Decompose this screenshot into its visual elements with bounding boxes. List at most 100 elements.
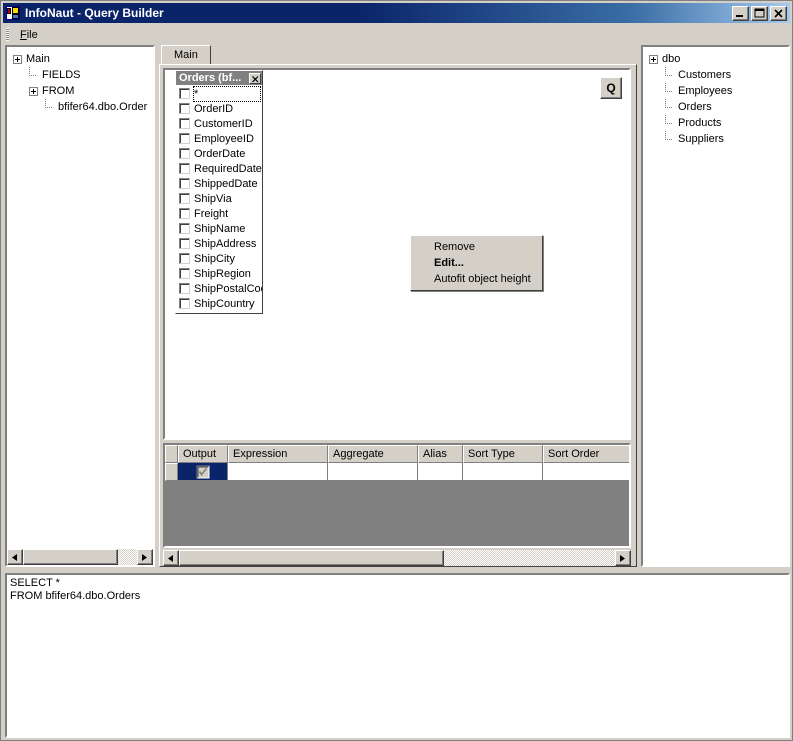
- grid-header-expression[interactable]: Expression: [228, 445, 328, 463]
- field-checkbox[interactable]: [179, 208, 190, 219]
- field-checkbox[interactable]: [179, 253, 190, 264]
- tree-connector-icon: [45, 103, 54, 112]
- grid-cell-sort-type[interactable]: [463, 463, 543, 481]
- tree-node-products[interactable]: Products: [643, 115, 788, 131]
- field-checkbox[interactable]: [179, 148, 190, 159]
- tree-node-label: Products: [678, 117, 721, 129]
- field-label: RequiredDate: [194, 163, 262, 175]
- field-checkbox[interactable]: [179, 223, 190, 234]
- field-checkbox[interactable]: [179, 238, 190, 249]
- tab-main[interactable]: Main: [161, 45, 211, 65]
- table-object-titlebar[interactable]: Orders (bf...: [176, 71, 262, 85]
- tree-node-fields[interactable]: FIELDS: [7, 67, 153, 83]
- expander-minus-icon[interactable]: [649, 55, 658, 64]
- field-checkbox[interactable]: [179, 118, 190, 129]
- scroll-left-button[interactable]: [7, 549, 23, 565]
- database-objects-panel[interactable]: dbo Customers Employees Orders Products …: [641, 45, 790, 567]
- tab-label: Main: [174, 49, 198, 61]
- grid-cell-output[interactable]: [178, 463, 228, 481]
- field-checkbox[interactable]: [179, 88, 190, 99]
- field-row[interactable]: *: [176, 86, 262, 101]
- menu-gripper[interactable]: [6, 28, 9, 41]
- field-checkbox[interactable]: [179, 163, 190, 174]
- expander-minus-icon[interactable]: [13, 55, 22, 64]
- output-checkbox[interactable]: [196, 465, 209, 478]
- field-row[interactable]: RequiredDate: [176, 161, 262, 176]
- field-row[interactable]: ShipVia: [176, 191, 262, 206]
- tree-connector-icon: [665, 119, 674, 128]
- grid-header-sort-type[interactable]: Sort Type: [463, 445, 543, 463]
- query-structure-tree[interactable]: Main FIELDS FROM bfifer64.dbo.Order: [7, 47, 153, 548]
- table-row[interactable]: [165, 463, 629, 481]
- tree-node-from[interactable]: FROM: [7, 83, 153, 99]
- left-panel-hscrollbar[interactable]: [7, 549, 153, 565]
- context-menu[interactable]: Remove Edit... Autofit object height: [410, 235, 543, 291]
- field-row[interactable]: ShipAddress: [176, 236, 262, 251]
- field-row[interactable]: ShipRegion: [176, 266, 262, 281]
- grid-header-aggregate[interactable]: Aggregate: [328, 445, 418, 463]
- scroll-left-button[interactable]: [163, 550, 179, 566]
- grid-corner-header[interactable]: [165, 445, 178, 463]
- query-properties-button[interactable]: Q: [600, 77, 622, 99]
- column-grid[interactable]: Output Expression Aggregate Alias Sort T…: [163, 443, 631, 548]
- sql-preview-pane[interactable]: SELECT * FROM bfifer64.dbo.Orders: [5, 573, 790, 738]
- tree-node-main[interactable]: Main: [7, 51, 153, 67]
- field-label: EmployeeID: [194, 133, 254, 145]
- field-row[interactable]: ShipCity: [176, 251, 262, 266]
- application-window: InfoNaut - Query Builder File Main: [0, 0, 793, 741]
- field-checkbox[interactable]: [179, 298, 190, 309]
- grid-cell-alias[interactable]: [418, 463, 463, 481]
- field-row[interactable]: ShippedDate: [176, 176, 262, 191]
- grid-header-alias[interactable]: Alias: [418, 445, 463, 463]
- grid-cell-expression[interactable]: [228, 463, 328, 481]
- field-checkbox[interactable]: [179, 268, 190, 279]
- tree-node-suppliers[interactable]: Suppliers: [643, 131, 788, 147]
- field-checkbox[interactable]: [179, 178, 190, 189]
- tree-connector-icon: [665, 87, 674, 96]
- context-menu-item-remove[interactable]: Remove: [411, 239, 542, 255]
- scroll-track[interactable]: [23, 549, 137, 565]
- grid-cell-sort-order[interactable]: [543, 463, 631, 481]
- field-checkbox[interactable]: [179, 283, 190, 294]
- menu-item-file[interactable]: File: [14, 27, 44, 43]
- close-button[interactable]: [770, 6, 787, 21]
- expander-minus-icon[interactable]: [29, 87, 38, 96]
- table-field-list[interactable]: * OrderID CustomerID EmployeeID: [176, 85, 262, 313]
- field-row[interactable]: OrderDate: [176, 146, 262, 161]
- context-menu-item-autofit[interactable]: Autofit object height: [411, 271, 542, 287]
- table-object-title: Orders (bf...: [179, 72, 249, 84]
- field-checkbox[interactable]: [179, 193, 190, 204]
- table-object-orders[interactable]: Orders (bf... * OrderID: [175, 70, 263, 314]
- scroll-thumb[interactable]: [23, 549, 118, 565]
- field-row[interactable]: CustomerID: [176, 116, 262, 131]
- field-checkbox[interactable]: [179, 103, 190, 114]
- tree-node-orders[interactable]: Orders: [643, 99, 788, 115]
- tree-node-dbo[interactable]: dbo: [643, 51, 788, 67]
- grid-header-output[interactable]: Output: [178, 445, 228, 463]
- tree-node-table[interactable]: bfifer64.dbo.Order: [7, 99, 153, 115]
- field-row[interactable]: OrderID: [176, 101, 262, 116]
- minimize-button[interactable]: [732, 6, 749, 21]
- field-row[interactable]: ShipCountry: [176, 296, 262, 311]
- context-menu-item-edit[interactable]: Edit...: [411, 255, 542, 271]
- maximize-button[interactable]: [751, 6, 768, 21]
- query-properties-label: Q: [606, 81, 615, 95]
- scroll-track[interactable]: [179, 550, 615, 566]
- tree-node-customers[interactable]: Customers: [643, 67, 788, 83]
- field-row[interactable]: ShipName: [176, 221, 262, 236]
- scroll-right-button[interactable]: [615, 550, 631, 566]
- scroll-right-button[interactable]: [137, 549, 153, 565]
- grid-hscrollbar[interactable]: [163, 550, 631, 566]
- field-row[interactable]: ShipPostalCode: [176, 281, 262, 296]
- field-checkbox[interactable]: [179, 133, 190, 144]
- field-row[interactable]: Freight: [176, 206, 262, 221]
- scroll-thumb[interactable]: [179, 550, 444, 566]
- grid-row-selector[interactable]: [165, 463, 178, 481]
- tree-node-label: Main: [26, 53, 50, 65]
- table-object-close-icon[interactable]: [249, 73, 261, 84]
- tree-node-employees[interactable]: Employees: [643, 83, 788, 99]
- diagram-canvas[interactable]: Q Orders (bf... *: [163, 68, 631, 440]
- field-row[interactable]: EmployeeID: [176, 131, 262, 146]
- grid-header-sort-order[interactable]: Sort Order: [543, 445, 631, 463]
- grid-cell-aggregate[interactable]: [328, 463, 418, 481]
